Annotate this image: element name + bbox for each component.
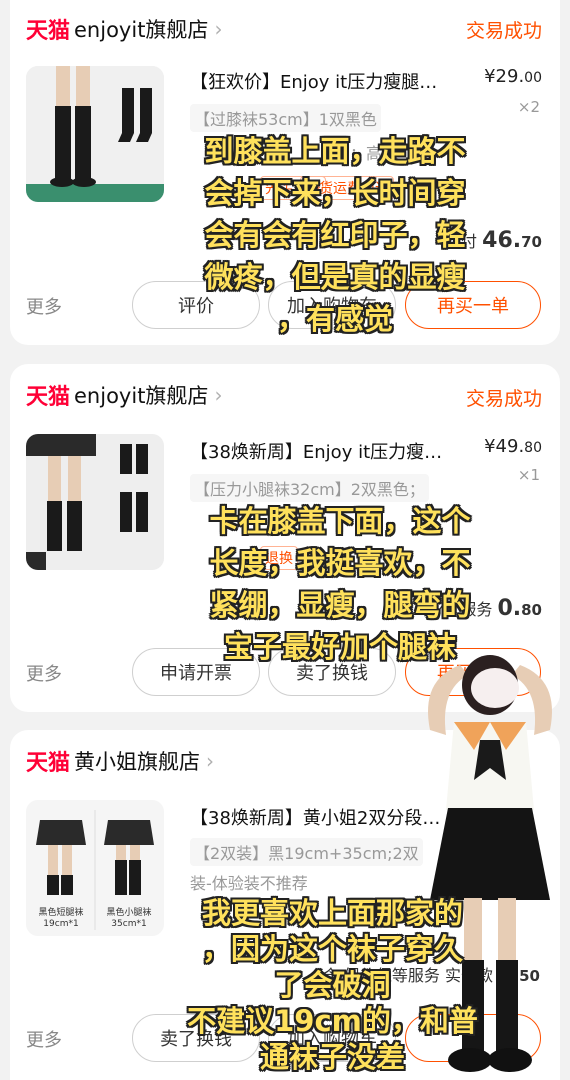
chevron-right-icon: ›	[214, 17, 223, 41]
product-quantity: ×1	[517, 466, 540, 484]
more-link[interactable]: 更多	[26, 660, 62, 686]
shop-name: enjoyit旗舰店	[74, 384, 209, 408]
tmall-logo: 天猫	[26, 751, 71, 776]
tmall-logo: 天猫	[26, 385, 71, 410]
caption-overlay-1: 到膝盖上面，走路不 会掉下来，长时间穿 会有会有红印子，轻 微疼，但是真的显瘦 …	[204, 134, 466, 336]
product-title[interactable]: 【38焕新周】Enjoy it压力瘦…	[190, 438, 470, 464]
product-image	[26, 434, 164, 570]
product-thumbnail[interactable]: 黑色短腿袜 19cm*1 黑色小腿袜 35cm*1	[26, 800, 164, 936]
shop-name: 黄小姐旗舰店	[74, 750, 201, 774]
order-status: 交易成功	[465, 388, 542, 410]
order-status: 交易成功	[465, 20, 542, 42]
chevron-right-icon: ›	[214, 383, 223, 407]
shop-name: enjoyit旗舰店	[74, 18, 209, 42]
chevron-right-icon: ›	[206, 749, 215, 773]
shop-header[interactable]: 天猫 enjoyit旗舰店 ›	[26, 380, 222, 410]
product-title[interactable]: 【狂欢价】Enjoy it压力瘦腿…	[190, 68, 470, 94]
thumb-label-left: 黑色短腿袜 19cm*1	[38, 908, 84, 929]
product-image	[26, 66, 164, 202]
product-thumbnail[interactable]	[26, 434, 164, 570]
thumb-label-right: 黑色小腿袜 35cm*1	[106, 908, 152, 929]
product-sku: 【压力小腿袜32cm】2双黑色；	[190, 474, 429, 502]
caption-overlay-2: 卡在膝盖下面，这个 长度，我挺喜欢，不 紧绷，显瘦，腿弯的 宝子最好加个腿袜	[209, 504, 471, 664]
more-link[interactable]: 更多	[26, 293, 62, 319]
caption-overlay-3: 我更喜欢上面那家的 ，因为这个袜子穿久 了会破洞 不建议19cm的，和普 通袜子…	[187, 896, 478, 1074]
shop-header[interactable]: 天猫 黄小姐旗舰店 ›	[26, 746, 214, 776]
product-sku: 【过膝袜53cm】1双黑色	[190, 104, 381, 132]
product-sku: 【2双装】黑19cm+35cm;2双	[190, 838, 423, 866]
product-price: ¥29.00	[484, 66, 542, 87]
product-quantity: ×2	[517, 98, 540, 116]
product-price: ¥49.80	[484, 436, 542, 457]
product-thumbnail[interactable]	[26, 66, 164, 202]
shop-header[interactable]: 天猫 enjoyit旗舰店 ›	[26, 14, 222, 44]
product-sku-line2: 装-体验装不推荐	[190, 874, 308, 893]
more-link[interactable]: 更多	[26, 1026, 62, 1052]
tmall-logo: 天猫	[26, 19, 71, 44]
